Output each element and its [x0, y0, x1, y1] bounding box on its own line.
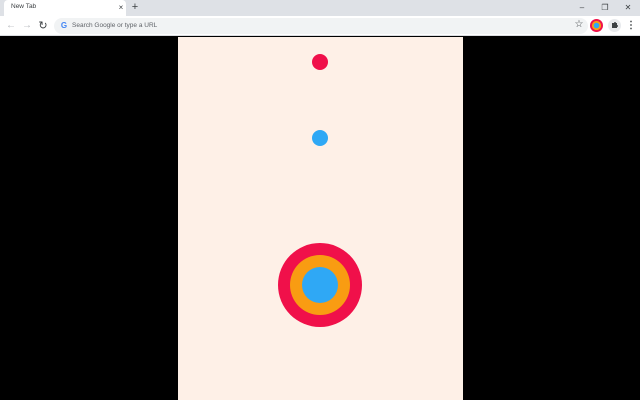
address-bar-placeholder: Search Google or type a URL — [72, 22, 158, 29]
menu-icon[interactable]: ⋮ — [626, 19, 636, 32]
tab-strip: New Tab × + – ❐ ✕ — [0, 0, 640, 16]
address-bar[interactable]: G Search Google or type a URL — [54, 18, 588, 34]
reload-icon[interactable]: ↻ — [36, 19, 50, 33]
extensions-puzzle-icon[interactable] — [608, 19, 621, 32]
minimize-button[interactable]: – — [574, 1, 590, 14]
red-ball — [312, 54, 328, 70]
forward-arrow-icon[interactable]: → — [20, 19, 34, 33]
extension-target-icon[interactable] — [590, 19, 603, 32]
toolbar: ← → ↻ G Search Google or type a URL — [0, 16, 640, 36]
back-arrow-icon[interactable]: ← — [4, 19, 18, 33]
tab-close-icon[interactable]: × — [116, 2, 126, 13]
target-center[interactable] — [302, 267, 338, 303]
puzzle-icon — [612, 22, 618, 28]
google-icon: G — [60, 21, 68, 30]
bookmark-star-icon[interactable]: ☆ — [573, 19, 585, 31]
browser-window: New Tab × + – ❐ ✕ ← → ↻ G Search Google … — [0, 0, 640, 400]
new-tab-button[interactable]: + — [129, 1, 141, 14]
tab-title: New Tab — [11, 3, 37, 10]
close-window-button[interactable]: ✕ — [620, 1, 636, 14]
tab-new-tab[interactable]: New Tab × — [4, 0, 126, 16]
game-canvas[interactable] — [178, 37, 463, 400]
blue-ball — [312, 130, 328, 146]
page-content — [0, 37, 640, 400]
restore-button[interactable]: ❐ — [597, 1, 613, 14]
